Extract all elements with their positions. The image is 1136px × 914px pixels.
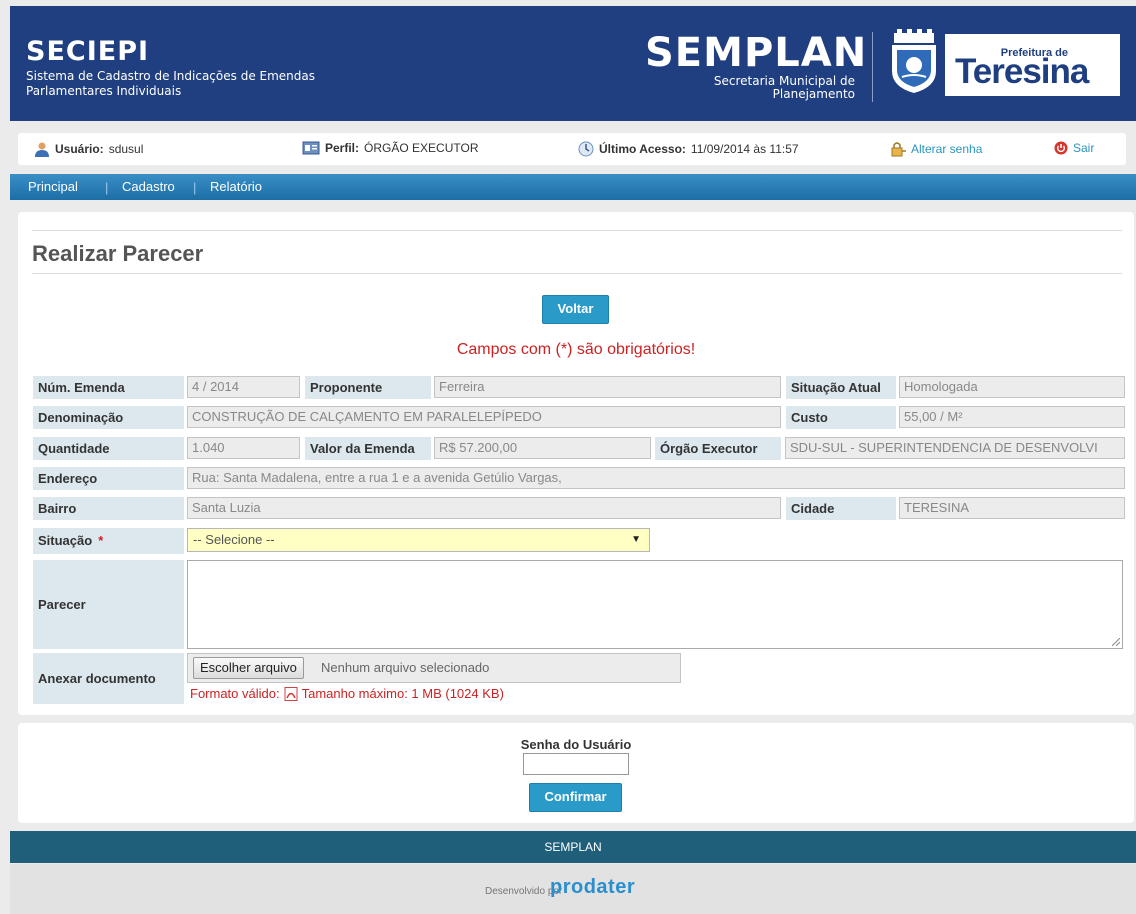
- quantidade-field: 1.040: [187, 437, 300, 459]
- situacao-selected-value: -- Selecione --: [193, 532, 275, 547]
- bairro-label: Bairro: [33, 497, 184, 520]
- proponente-label: Proponente: [305, 376, 431, 399]
- user-icon: [35, 142, 49, 157]
- title-bottom-divider: [32, 273, 1122, 274]
- size-note: Tamanho máximo: 1 MB (1024 KB): [301, 686, 504, 701]
- custo-field: 55,00 / M²: [899, 406, 1125, 428]
- file-upload-field: Escolher arquivo Nenhum arquivo selecion…: [187, 653, 681, 683]
- org-title: SEMPLAN: [645, 30, 868, 76]
- file-status: Nenhum arquivo selecionado: [321, 660, 490, 675]
- main-form-card: Realizar Parecer Voltar Campos com (*) s…: [18, 212, 1134, 715]
- app-title: SECIEPI: [26, 36, 150, 67]
- anexo-label: Anexar documento: [33, 653, 184, 704]
- confirm-button[interactable]: Confirmar: [529, 783, 622, 812]
- profile-card-icon: [302, 141, 320, 155]
- required-fields-note: Campos com (*) são obrigatórios!: [456, 341, 696, 358]
- header-divider: [872, 32, 873, 102]
- nav-divider: |: [105, 180, 109, 195]
- choose-file-button[interactable]: Escolher arquivo: [193, 657, 304, 679]
- org-subtitle: Secretaria Municipal de Planejamento: [713, 74, 855, 101]
- cidade-field: TERESINA: [899, 497, 1125, 519]
- pdf-icon: [284, 686, 298, 701]
- change-password-label[interactable]: Alterar senha: [911, 142, 982, 156]
- format-label: Formato válido:: [190, 686, 280, 701]
- endereco-label: Endereço: [33, 467, 184, 490]
- nav-item-principal[interactable]: Principal: [28, 179, 78, 194]
- developer-logo: prodater: [550, 876, 636, 898]
- nav-item-relatorio[interactable]: Relatório: [210, 179, 262, 194]
- user-info-bar: Usuário: sdusul Perfil: ÓRGÃO EXECUTOR Ú…: [18, 133, 1126, 165]
- nav-divider: |: [193, 180, 197, 195]
- confirm-card: Senha do Usuário Confirmar: [18, 723, 1134, 823]
- quantidade-label: Quantidade: [33, 437, 184, 460]
- change-password-link[interactable]: Alterar senha: [890, 141, 982, 157]
- user-label: Usuário:: [55, 142, 104, 156]
- num-emenda-field: 4 / 2014: [187, 376, 300, 398]
- password-label: Senha do Usuário: [520, 737, 632, 752]
- parecer-textarea[interactable]: [187, 560, 1123, 649]
- valor-emenda-field: R$ 57.200,00: [434, 437, 651, 459]
- proponente-field: Ferreira: [434, 376, 781, 398]
- cidade-label: Cidade: [786, 497, 896, 520]
- profile-label: Perfil:: [325, 141, 360, 155]
- nav-item-cadastro[interactable]: Cadastro: [122, 179, 175, 194]
- valor-emenda-label: Valor da Emenda: [305, 437, 431, 460]
- situacao-atual-label: Situação Atual: [786, 376, 896, 399]
- custo-label: Custo: [786, 406, 896, 429]
- bottom-credits: Desenvolvido por prodater: [10, 864, 1136, 914]
- password-input[interactable]: [523, 753, 629, 775]
- profile-info: Perfil: ÓRGÃO EXECUTOR: [302, 141, 478, 155]
- logout-label[interactable]: Sair: [1073, 141, 1094, 155]
- city-crest-icon: [892, 29, 936, 93]
- app-subtitle: Sistema de Cadastro de Indicações de Eme…: [26, 69, 315, 98]
- situacao-label-text: Situação: [38, 533, 93, 548]
- power-icon: [1054, 141, 1068, 155]
- last-access-label: Último Acesso:: [599, 142, 686, 156]
- user-info: Usuário: sdusul: [34, 141, 143, 157]
- header-banner: SECIEPI Sistema de Cadastro de Indicaçõe…: [10, 6, 1136, 121]
- key-lock-icon: [891, 142, 906, 157]
- resize-handle-icon[interactable]: [1112, 638, 1120, 646]
- denominacao-label: Denominação: [33, 406, 184, 429]
- orgao-executor-field: SDU-SUL - SUPERINTENDENCIA DE DESENVOLVI: [785, 437, 1125, 459]
- clock-icon: [578, 141, 594, 157]
- title-top-divider: [32, 230, 1122, 231]
- last-access-value: 11/09/2014 às 11:57: [690, 142, 799, 156]
- footer-bar: SEMPLAN: [10, 831, 1136, 863]
- bairro-field: Santa Luzia: [187, 497, 781, 519]
- required-mark: *: [98, 533, 104, 548]
- denominacao-field: CONSTRUÇÃO DE CALÇAMENTO EM PARALELEPÍPE…: [187, 406, 781, 428]
- page-title: Realizar Parecer: [32, 241, 204, 266]
- back-button[interactable]: Voltar: [542, 295, 609, 324]
- prefeitura-name: Teresina: [955, 52, 1089, 91]
- user-value: sdusul: [108, 142, 144, 156]
- prefeitura-logo: Prefeitura de Teresina: [945, 34, 1120, 96]
- endereco-field: Rua: Santa Madalena, entre a rua 1 e a a…: [187, 467, 1125, 489]
- orgao-executor-label: Órgão Executor: [655, 437, 781, 460]
- parecer-label: Parecer: [33, 560, 184, 649]
- num-emenda-label: Núm. Emenda: [33, 376, 184, 399]
- logout-link[interactable]: Sair: [1054, 141, 1094, 155]
- main-nav: Principal | Cadastro | Relatório: [10, 174, 1136, 200]
- dropdown-arrow-icon: ▼: [631, 534, 641, 545]
- situacao-select[interactable]: -- Selecione -- ▼: [187, 528, 650, 552]
- last-access-info: Último Acesso: 11/09/2014 às 11:57: [578, 141, 799, 157]
- file-format-note: Formato válido: Tamanho máximo: 1 MB (10…: [190, 686, 504, 701]
- profile-value: ÓRGÃO EXECUTOR: [364, 141, 479, 155]
- situacao-label: Situação *: [33, 528, 184, 554]
- situacao-atual-field: Homologada: [899, 376, 1125, 398]
